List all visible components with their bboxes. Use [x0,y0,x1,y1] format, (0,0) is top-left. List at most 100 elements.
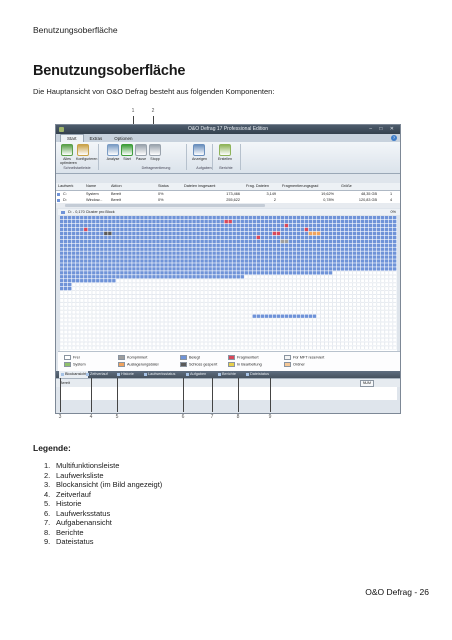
cluster-block [228,338,233,342]
cluster-block [264,302,269,307]
ribbon-button[interactable]: Erstellen [218,144,232,161]
cluster-block [68,259,72,263]
cluster-block [276,259,281,263]
cluster-block [160,239,164,243]
ribbon-button[interactable]: Anzeigen [192,144,207,161]
ribbon-button[interactable]: Start [120,144,134,161]
cluster-block [196,251,200,255]
cluster-block [224,306,229,311]
cluster-block [288,334,293,338]
horizontal-scrollbar[interactable] [56,203,400,208]
tab-blockansicht[interactable]: Blockansicht [59,371,89,378]
cluster-block [80,267,84,271]
cluster-block [364,282,369,287]
cluster-block [376,282,381,287]
cluster-block [67,290,72,295]
cluster-block [60,271,64,275]
ribbon-button[interactable]: Pause [134,144,148,161]
cluster-block [76,219,80,224]
cluster-block [60,314,64,319]
cluster-block [248,322,253,326]
drive-column-header[interactable]: Status [158,183,182,190]
ribbon-button[interactable]: Stopp [148,144,162,161]
cluster-block [260,227,265,232]
cluster-block [112,298,116,303]
cluster-block [160,341,164,346]
cluster-block [392,267,397,271]
cluster-block [312,231,317,236]
cluster-block [112,243,116,247]
drive-column-header[interactable]: Frag. Dateien [246,183,280,190]
cluster-block [384,231,389,236]
ribbon-button[interactable]: Alles optimieren [60,144,77,165]
drive-column-header[interactable]: Dateien insgesamt [184,183,244,190]
tab-start[interactable]: Start [60,134,84,142]
drive-column-header[interactable]: Name [86,183,110,190]
cluster-block [160,286,164,291]
cluster-block [204,231,208,236]
ribbon-button[interactable]: Konfigurieren [76,144,97,161]
scrollbar-thumb[interactable] [65,204,265,207]
cluster-block [104,259,108,263]
tab-zeitverlauf[interactable]: Zeitverlauf [86,371,108,378]
cluster-block [276,278,281,283]
drive-column-header[interactable]: Fragmentierungsgrad [282,183,338,190]
cluster-block [372,294,377,299]
cluster-block [67,326,72,330]
ribbon-button[interactable]: Analyse [106,144,120,161]
cluster-block [148,310,152,315]
cluster-block [160,278,164,283]
cluster-block [244,345,249,350]
cluster-block [332,322,337,326]
cluster-block [164,267,168,271]
cluster-block [340,251,345,255]
cluster-block [124,341,128,346]
cluster-block [340,274,345,279]
tab-aufgaben[interactable]: Aufgaben [186,371,206,378]
cluster-block [144,318,148,322]
cluster-block [284,247,289,251]
cluster-block [256,298,261,303]
cluster-block [272,330,277,334]
tab-optionen[interactable]: Optionen [108,135,138,142]
tab-historie[interactable]: Historie [117,371,134,378]
tab-extras[interactable]: Extras [84,135,109,142]
help-icon[interactable]: ? [391,135,397,141]
cluster-block [144,302,148,307]
ribbon-separator [98,144,99,170]
cluster-block [204,334,208,338]
drive-column-header[interactable]: Aktion [111,183,156,190]
window-controls[interactable]: – □ ✕ [369,125,397,134]
cluster-block [364,338,369,342]
cluster-block [116,326,120,330]
cluster-block [368,310,373,315]
cluster-block [64,239,68,243]
cluster-block [92,223,96,228]
cluster-block [328,239,333,243]
tab-berichte[interactable]: Berichte [218,371,236,378]
cluster-block [316,310,321,315]
cluster-block [356,338,361,342]
cluster-block [252,278,257,283]
cluster-block [172,231,176,236]
cluster-block [240,278,245,283]
cluster-block [192,330,196,334]
cluster-block [200,227,204,232]
cluster-block [236,326,241,330]
cluster-block [356,306,361,311]
cluster-block [120,247,124,251]
page-title: Benutzungsoberfläche [33,63,186,79]
cluster-block [248,271,252,275]
legend-item: 6. Laufwerksstatus [44,509,162,519]
drive-column-header[interactable]: Größe [341,183,381,190]
tab-laufwerksstatus[interactable]: Laufwerksstatus [144,371,175,378]
cluster-block [316,271,321,275]
cluster-block [79,310,84,315]
cluster-block [336,314,341,319]
tab-dateistatus[interactable]: Dateistatus [246,371,269,378]
cluster-block [372,243,377,247]
cluster-block [60,231,64,236]
cluster-block [296,338,301,342]
cluster-block [188,251,192,255]
drive-column-header[interactable]: Laufwerk [58,183,84,190]
